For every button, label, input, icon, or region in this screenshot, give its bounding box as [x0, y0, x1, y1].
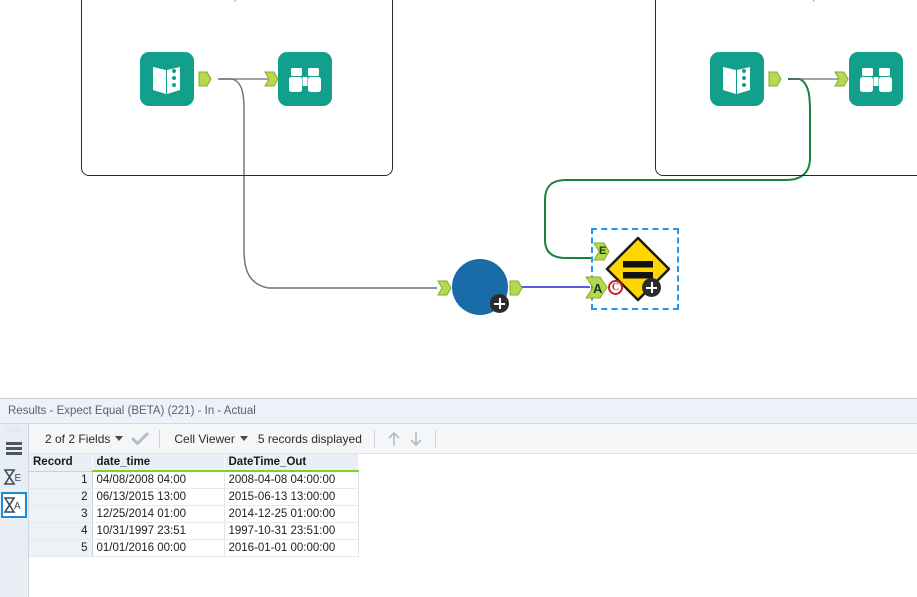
- anchor-input-browse-output[interactable]: [834, 71, 849, 92]
- results-panel: Results - Expect Equal (BETA) (221) - In…: [0, 398, 917, 597]
- expect-equal-config-badge[interactable]: C: [608, 280, 623, 295]
- book-icon: [140, 52, 194, 106]
- tool-datetime-add-badge[interactable]: [490, 294, 509, 313]
- scroll-down-button[interactable]: [405, 428, 427, 450]
- messages-icon: [4, 439, 24, 459]
- binoculars-icon: [278, 52, 332, 106]
- column-header-datetime-out[interactable]: DateTime_Out: [224, 454, 358, 471]
- expect-equal-add-badge[interactable]: [642, 278, 661, 297]
- results-grid-wrapper[interactable]: Record date_time DateTime_Out 1 04/08/20…: [29, 454, 359, 557]
- cell-date-time: 10/31/1997 23:51: [92, 522, 224, 539]
- results-icon-rail: ····· E: [0, 424, 29, 597]
- fields-apply-button[interactable]: [129, 428, 151, 450]
- cell-datetime-out: 2014-12-25 01:00:00: [224, 505, 358, 522]
- alteryx-designer-window: Input Output: [0, 0, 917, 597]
- fields-selector[interactable]: 2 of 2 Fields: [39, 432, 129, 446]
- anchor-output-input-textinput[interactable]: [198, 71, 212, 92]
- container-input-label: Input: [81, 0, 393, 2]
- cell-record: 1: [29, 471, 92, 488]
- book-icon: [710, 52, 764, 106]
- anchor-output-datetime[interactable]: [509, 280, 523, 301]
- toolbar-separator-3: [435, 430, 436, 448]
- results-title-bar[interactable]: Results - Expect Equal (BETA) (221) - In…: [0, 399, 917, 424]
- expected-icon: E: [3, 467, 25, 487]
- view-mode-label: Cell Viewer: [174, 432, 234, 446]
- anchor-actual-label: A: [593, 281, 602, 296]
- results-data-grid: Record date_time DateTime_Out 1 04/08/20…: [29, 454, 359, 557]
- checkmark-icon: [131, 432, 149, 446]
- chevron-down-icon: [115, 436, 123, 441]
- column-header-record[interactable]: Record: [29, 454, 92, 471]
- arrow-up-icon: [386, 430, 402, 448]
- svg-text:E: E: [15, 473, 22, 484]
- table-row[interactable]: 3 12/25/2014 01:00 2014-12-25 01:00:00: [29, 505, 358, 522]
- anchor-input-datetime[interactable]: [437, 280, 452, 301]
- results-body: ····· E: [0, 424, 917, 597]
- cell-datetime-out: 2016-01-01 00:00:00: [224, 539, 358, 556]
- cell-date-time: 12/25/2014 01:00: [92, 505, 224, 522]
- cell-datetime-out: 2008-04-08 04:00:00: [224, 471, 358, 488]
- binoculars-icon: [849, 52, 903, 106]
- records-displayed-label: 5 records displayed: [254, 432, 366, 446]
- cell-record: 3: [29, 505, 92, 522]
- column-header-date-time[interactable]: date_time: [92, 454, 224, 471]
- results-tab-expected[interactable]: E: [1, 464, 27, 490]
- toolbar-separator-2: [374, 430, 375, 448]
- workflow-canvas[interactable]: Input Output: [0, 0, 917, 398]
- toolbar-separator-1: [159, 430, 160, 448]
- anchor-output-expected-textinput[interactable]: [768, 71, 782, 92]
- fields-selector-label: 2 of 2 Fields: [45, 432, 110, 446]
- table-body: 1 04/08/2008 04:00 2008-04-08 04:00:00 2…: [29, 471, 358, 556]
- table-row[interactable]: 1 04/08/2008 04:00 2008-04-08 04:00:00: [29, 471, 358, 488]
- cell-record: 2: [29, 488, 92, 505]
- table-header-row: Record date_time DateTime_Out: [29, 454, 358, 471]
- container-input[interactable]: [81, 0, 393, 176]
- results-toolbar: 2 of 2 Fields Cell Viewer 5 records disp…: [29, 424, 917, 454]
- cell-date-time: 04/08/2008 04:00: [92, 471, 224, 488]
- cell-date-time: 01/01/2016 00:00: [92, 539, 224, 556]
- table-row[interactable]: 4 10/31/1997 23:51 1997-10-31 23:51:00: [29, 522, 358, 539]
- tool-text-input-source[interactable]: [140, 52, 194, 106]
- actual-icon: A: [3, 495, 25, 515]
- tool-browse-output[interactable]: [849, 52, 903, 106]
- results-main: 2 of 2 Fields Cell Viewer 5 records disp…: [29, 424, 917, 597]
- results-title-text: Results - Expect Equal (BETA) (221) - In…: [8, 405, 256, 417]
- chevron-down-icon: [240, 436, 248, 441]
- results-tab-actual[interactable]: A: [1, 492, 27, 518]
- tool-browse-input[interactable]: [278, 52, 332, 106]
- cell-datetime-out: 1997-10-31 23:51:00: [224, 522, 358, 539]
- table-row[interactable]: 2 06/13/2015 13:00 2015-06-13 13:00:00: [29, 488, 358, 505]
- scroll-up-button[interactable]: [383, 428, 405, 450]
- results-tab-messages[interactable]: [1, 436, 27, 462]
- view-mode-selector[interactable]: Cell Viewer: [168, 432, 253, 446]
- anchor-input-browse-input[interactable]: [264, 71, 279, 92]
- cell-record: 5: [29, 539, 92, 556]
- cell-date-time: 06/13/2015 13:00: [92, 488, 224, 505]
- arrow-down-icon: [408, 430, 424, 448]
- svg-text:A: A: [14, 501, 21, 512]
- container-output-label: Output: [655, 0, 917, 2]
- rail-drag-handle[interactable]: ·····: [0, 427, 28, 434]
- table-row[interactable]: 5 01/01/2016 00:00 2016-01-01 00:00:00: [29, 539, 358, 556]
- cell-record: 4: [29, 522, 92, 539]
- tool-expect-equal[interactable]: [604, 235, 672, 308]
- cell-datetime-out: 2015-06-13 13:00:00: [224, 488, 358, 505]
- tool-text-input-expected[interactable]: [710, 52, 764, 106]
